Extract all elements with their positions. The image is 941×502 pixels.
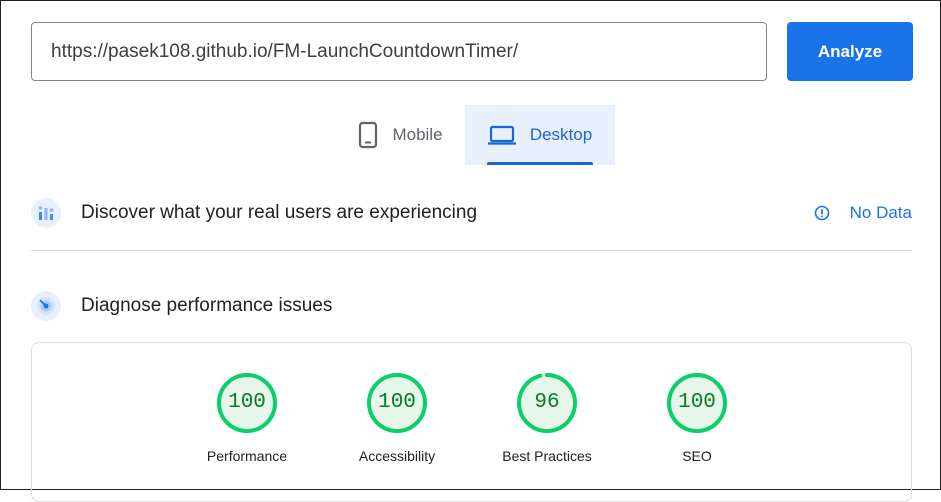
divider [31, 250, 912, 251]
gauge-best-practices[interactable]: 96 Best Practices [487, 372, 607, 464]
gauge-value: 100 [678, 391, 716, 414]
gauge-label: Accessibility [358, 448, 436, 464]
tab-desktop[interactable]: Desktop [465, 105, 615, 165]
gauge-value: 100 [228, 391, 266, 414]
scores-card [31, 342, 912, 502]
gauge-value: 100 [378, 391, 416, 414]
gauge-performance[interactable]: 100 Performance [187, 372, 307, 464]
tab-desktop-label: Desktop [529, 125, 593, 144]
info-icon [814, 205, 830, 221]
gauge-ring: 96 [516, 372, 578, 434]
gauge-value: 96 [534, 391, 560, 414]
lighthouse-target-icon [31, 291, 61, 321]
gauge-label: SEO [682, 448, 712, 464]
crux-chart-icon [31, 198, 61, 228]
gauge-seo[interactable]: 100 SEO [637, 372, 757, 464]
field-data-section: Discover what your real users are experi… [31, 193, 912, 233]
lab-data-title: Diagnose performance issues [81, 295, 333, 316]
no-data-label: No Data [849, 203, 912, 222]
laptop-icon [487, 125, 516, 145]
tab-mobile-label: Mobile [392, 125, 443, 144]
lab-data-section: Diagnose performance issues [31, 286, 912, 326]
no-data-link[interactable]: No Data [814, 203, 912, 223]
gauge-label: Performance [206, 448, 288, 464]
gauge-accessibility[interactable]: 100 Accessibility [337, 372, 457, 464]
url-input[interactable] [31, 22, 767, 81]
analyze-button[interactable]: Analyze [787, 22, 913, 81]
field-data-title: Discover what your real users are experi… [81, 202, 478, 223]
gauge-label: Best Practices [502, 448, 592, 464]
smartphone-icon [358, 121, 378, 149]
gauge-ring: 100 [366, 372, 428, 434]
gauge-ring: 100 [666, 372, 728, 434]
gauge-ring: 100 [216, 372, 278, 434]
tab-mobile[interactable]: Mobile [336, 105, 465, 165]
